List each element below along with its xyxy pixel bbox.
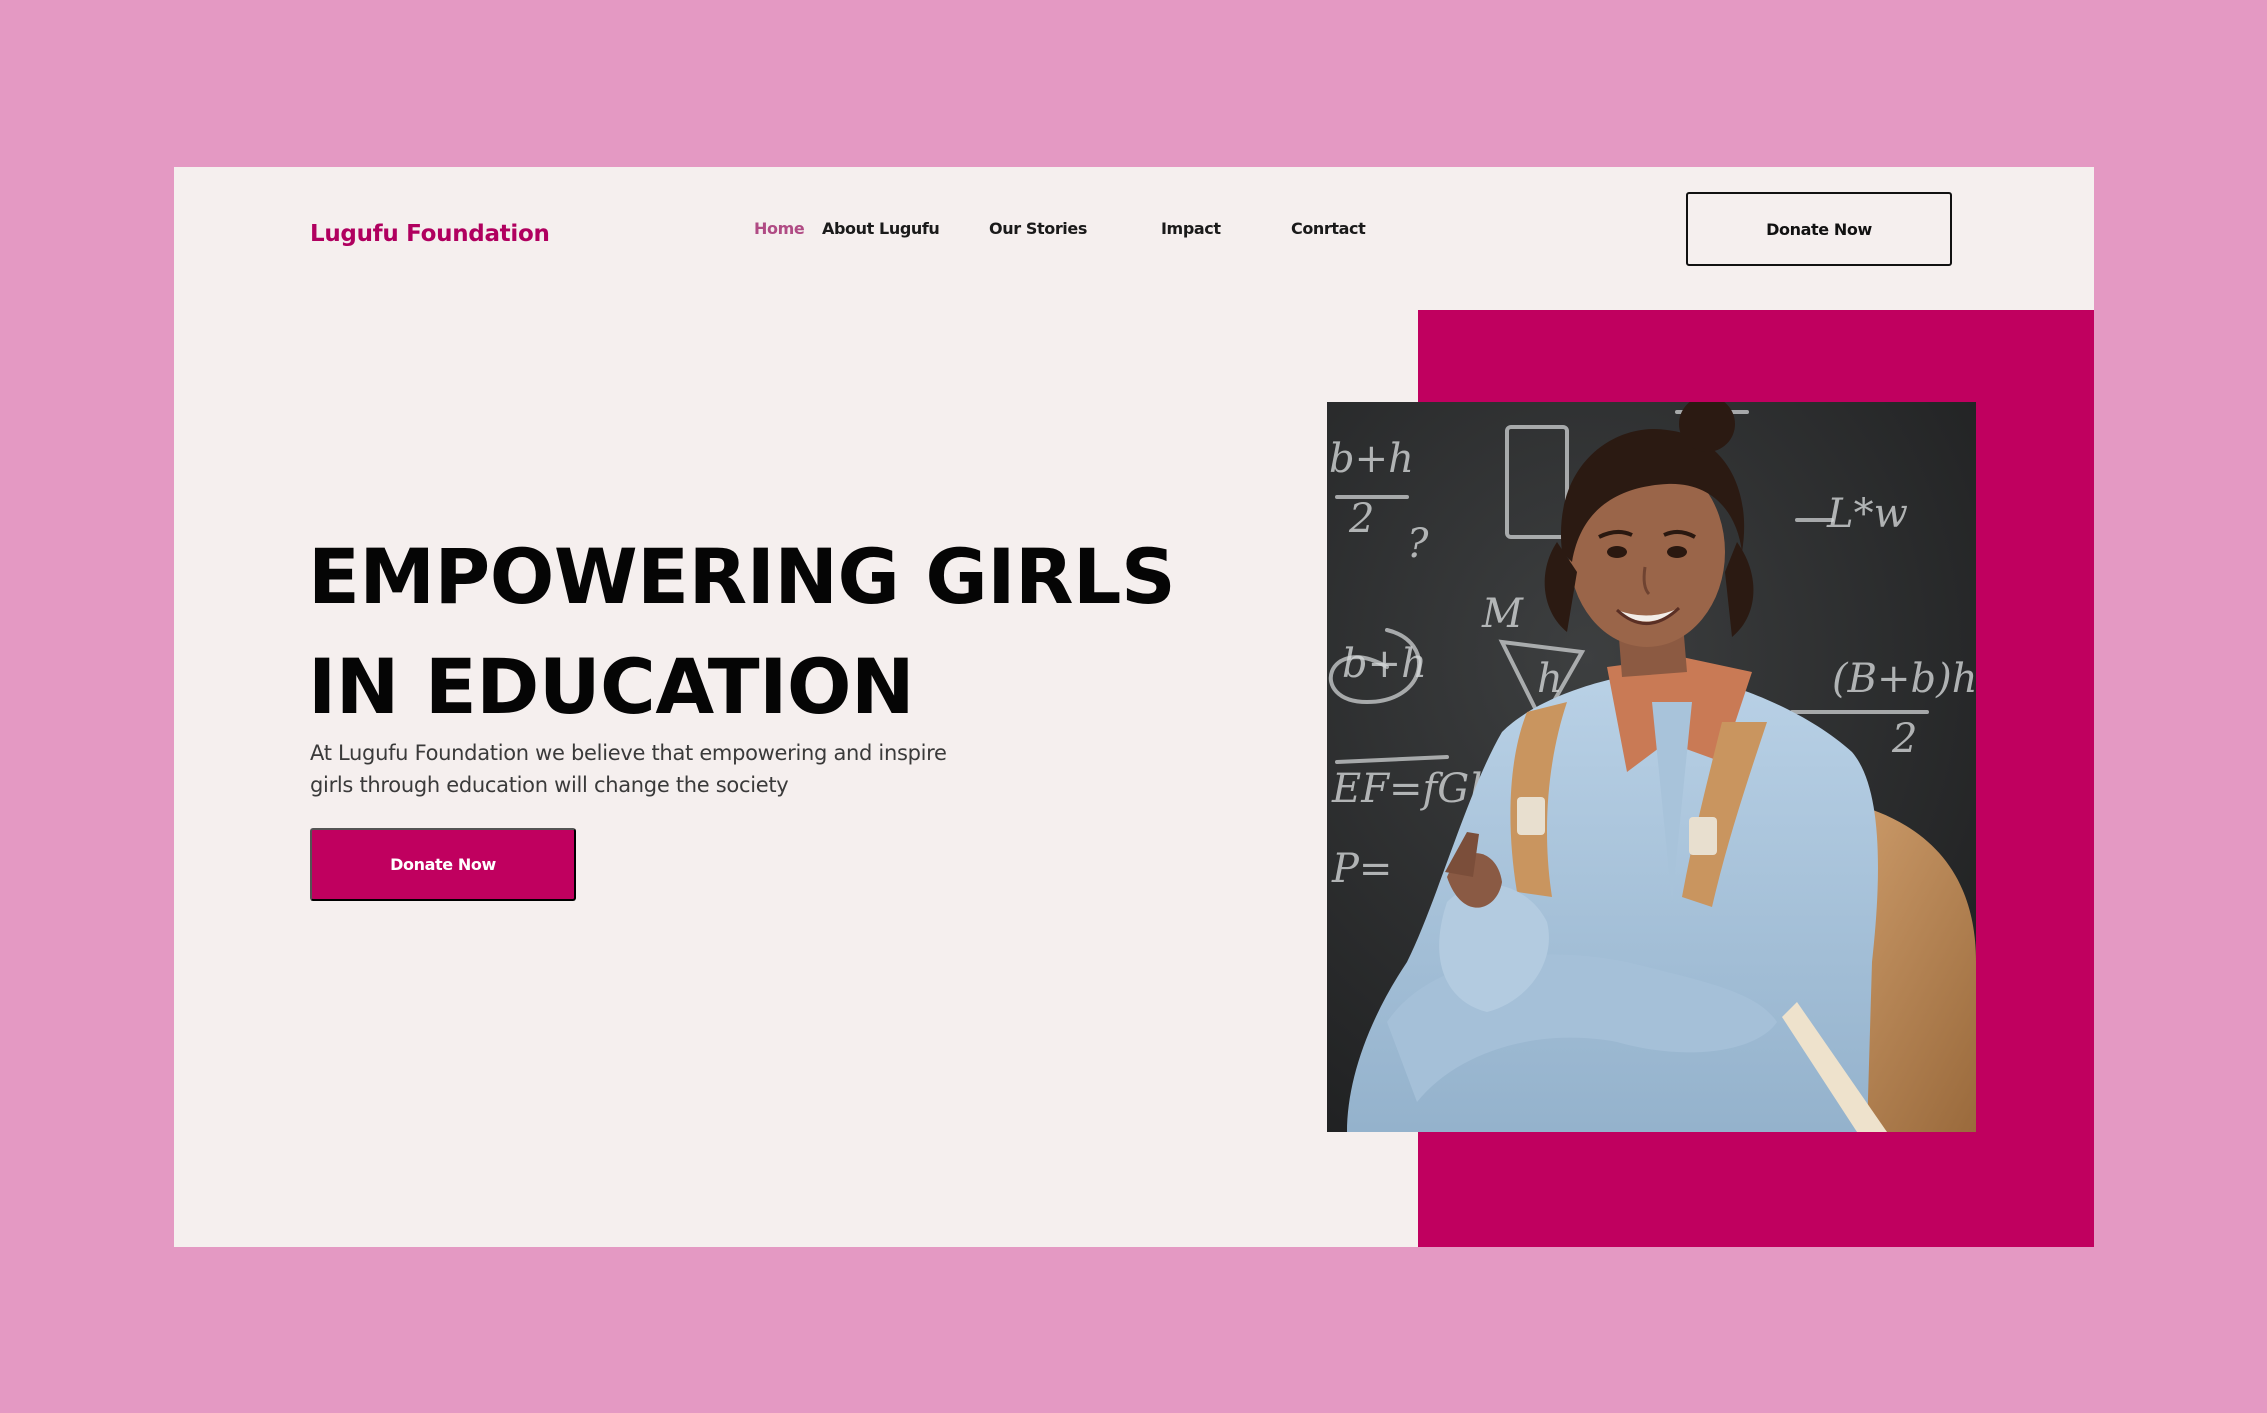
landing-page-frame: Lugufu Foundation Home About Lugufu Our … — [174, 167, 2094, 1247]
chalk-text: 2 — [1891, 716, 1917, 762]
hero-subtext-line-1: At Lugufu Foundation we believe that emp… — [310, 741, 947, 765]
chalk-text: h — [1537, 656, 1563, 702]
schoolgirl-illustration: b+h 2 ? L*w (B+b)h 2 b+h M EF=fGh P= h — [1327, 402, 1976, 1132]
nav-item-about[interactable]: About Lugufu — [822, 219, 940, 238]
hero-headline: EMPOWERING GIRLS IN EDUCATION — [308, 522, 1176, 742]
chalk-text: b+h — [1329, 436, 1414, 482]
hero-headline-line-1: EMPOWERING GIRLS — [308, 532, 1176, 621]
hero-subtext-line-2: girls through education will change the … — [310, 773, 789, 797]
hero-subtext: At Lugufu Foundation we believe that emp… — [310, 737, 1010, 801]
nav-item-contact[interactable]: Conrtact — [1291, 219, 1366, 238]
chalk-text: L*w — [1826, 491, 1908, 537]
hero-headline-line-2: IN EDUCATION — [308, 642, 915, 731]
chalk-text: (B+b)h — [1832, 656, 1976, 702]
chalk-text: ? — [1407, 521, 1429, 567]
nav-item-impact[interactable]: Impact — [1161, 219, 1221, 238]
brand-logo[interactable]: Lugufu Foundation — [310, 221, 550, 247]
chalk-text: P= — [1331, 846, 1392, 892]
chalk-text: M — [1481, 591, 1524, 637]
nav-item-our-stories[interactable]: Our Stories — [989, 219, 1087, 238]
nav-item-home[interactable]: Home — [754, 219, 805, 238]
chalk-text: b+h — [1342, 641, 1427, 687]
chalk-text: 2 — [1348, 496, 1374, 542]
hero-photo: b+h 2 ? L*w (B+b)h 2 b+h M EF=fGh P= h — [1327, 402, 1976, 1132]
hero-donate-button[interactable]: Donate Now — [310, 828, 576, 901]
header-donate-button[interactable]: Donate Now — [1686, 192, 1952, 266]
